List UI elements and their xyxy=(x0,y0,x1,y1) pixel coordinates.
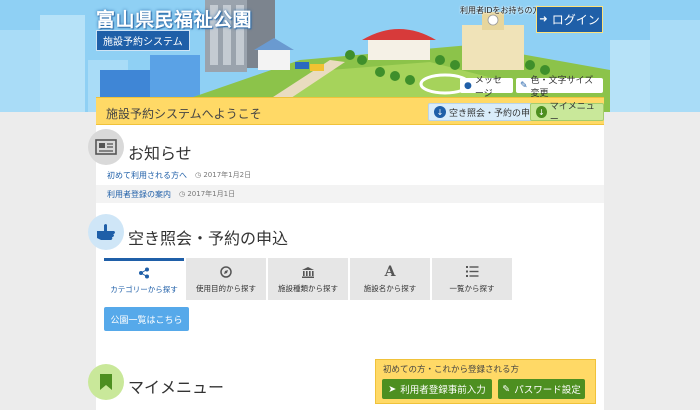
tab-facility-name[interactable]: A 施設名から探す xyxy=(350,258,430,300)
brush-icon: ✎ xyxy=(520,80,528,91)
tab-label: カテゴリーから探す xyxy=(110,285,178,294)
first-time-caption: 初めての方・これから登録される方 xyxy=(383,365,520,375)
bank-icon xyxy=(301,265,315,279)
tab-facility-type[interactable]: 施設種類から探す xyxy=(268,258,348,300)
password-setup-button[interactable]: ✎ パスワード設定 xyxy=(498,379,585,399)
availability-shortcut-label: 空き照会・予約の申込 xyxy=(449,108,540,119)
list-icon xyxy=(465,265,479,279)
message-button[interactable]: ● メッセージ xyxy=(460,76,513,99)
tab-label: 使用目的から探す xyxy=(196,283,256,293)
tab-purpose[interactable]: 使用目的から探す xyxy=(186,258,266,300)
welcome-text: 施設予約システムへようこそ xyxy=(106,107,262,121)
news-title: お知らせ xyxy=(128,144,192,163)
news-link[interactable]: 利用者登録の案内 xyxy=(107,189,171,200)
bookmark-icon xyxy=(88,364,124,400)
compass-icon xyxy=(220,265,232,279)
tab-label: 施設名から探す xyxy=(363,283,417,293)
welcome-bar: 施設予約システムへようこそ ↓ 空き照会・予約の申込 ↓ マイメニュー xyxy=(96,97,604,125)
reservation-title: 空き照会・予約の申込 xyxy=(128,229,289,248)
news-item: 初めて利用される方へ ◷ 2017年1月2日 xyxy=(96,166,604,184)
mymenu-title: マイメニュー xyxy=(128,378,225,397)
tab-list[interactable]: 一覧から探す xyxy=(432,258,512,300)
mymenu-shortcut-button[interactable]: ↓ マイメニュー xyxy=(530,102,604,125)
news-link[interactable]: 初めて利用される方へ xyxy=(107,170,187,181)
pre-registration-label: 利用者登録事前入力 xyxy=(400,385,486,396)
arrow-down-icon: ↓ xyxy=(536,106,547,118)
tab-category[interactable]: カテゴリーから探す xyxy=(104,258,184,300)
arrow-down-icon: ↓ xyxy=(434,106,446,118)
news-date: ◷ 2017年1月2日 xyxy=(195,171,252,179)
pencil-icon: ✎ xyxy=(502,383,511,395)
user-id-caption: 利用者IDをお持ちの方 xyxy=(460,6,541,15)
sign-in-icon: ➜ xyxy=(539,14,548,25)
mymenu-shortcut-label: マイメニュー xyxy=(549,102,595,125)
newspaper-icon xyxy=(88,129,124,165)
first-time-panel: 初めての方・これから登録される方 ➤ 利用者登録事前入力 ✎ パスワード設定 xyxy=(375,359,596,404)
login-button[interactable]: ➜ ログイン xyxy=(536,6,603,33)
display-settings-button[interactable]: ✎ 色・文字サイズ変更 xyxy=(516,76,603,99)
login-label: ログイン xyxy=(551,13,600,27)
share-icon xyxy=(138,266,150,280)
paper-plane-icon: ➤ xyxy=(388,383,397,395)
speech-bubble-icon: ● xyxy=(464,80,472,91)
news-date: ◷ 2017年1月1日 xyxy=(179,190,236,198)
site-title: 富山県民福祉公園 xyxy=(96,9,253,31)
system-subtitle: 施設予約システム xyxy=(96,30,190,51)
font-icon: A xyxy=(384,263,396,280)
password-setup-label: パスワード設定 xyxy=(514,385,581,396)
message-label: メッセージ xyxy=(474,75,502,99)
availability-shortcut-button[interactable]: ↓ 空き照会・予約の申込 xyxy=(428,103,546,121)
news-item: 利用者登録の案内 ◷ 2017年1月1日 xyxy=(96,185,604,203)
tab-label: 施設種類から探す xyxy=(278,283,338,293)
pre-registration-button[interactable]: ➤ 利用者登録事前入力 xyxy=(382,379,492,399)
header-banner: 富山県民福祉公園 施設予約システム 利用者IDをお持ちの方 ➜ ログイン ● メ… xyxy=(0,0,700,112)
park-list-button[interactable]: 公園一覧はこちら xyxy=(104,307,189,331)
tab-label: 一覧から探す xyxy=(449,283,495,293)
hand-pointer-icon xyxy=(88,214,124,250)
display-settings-label: 色・文字サイズ変更 xyxy=(530,75,594,99)
